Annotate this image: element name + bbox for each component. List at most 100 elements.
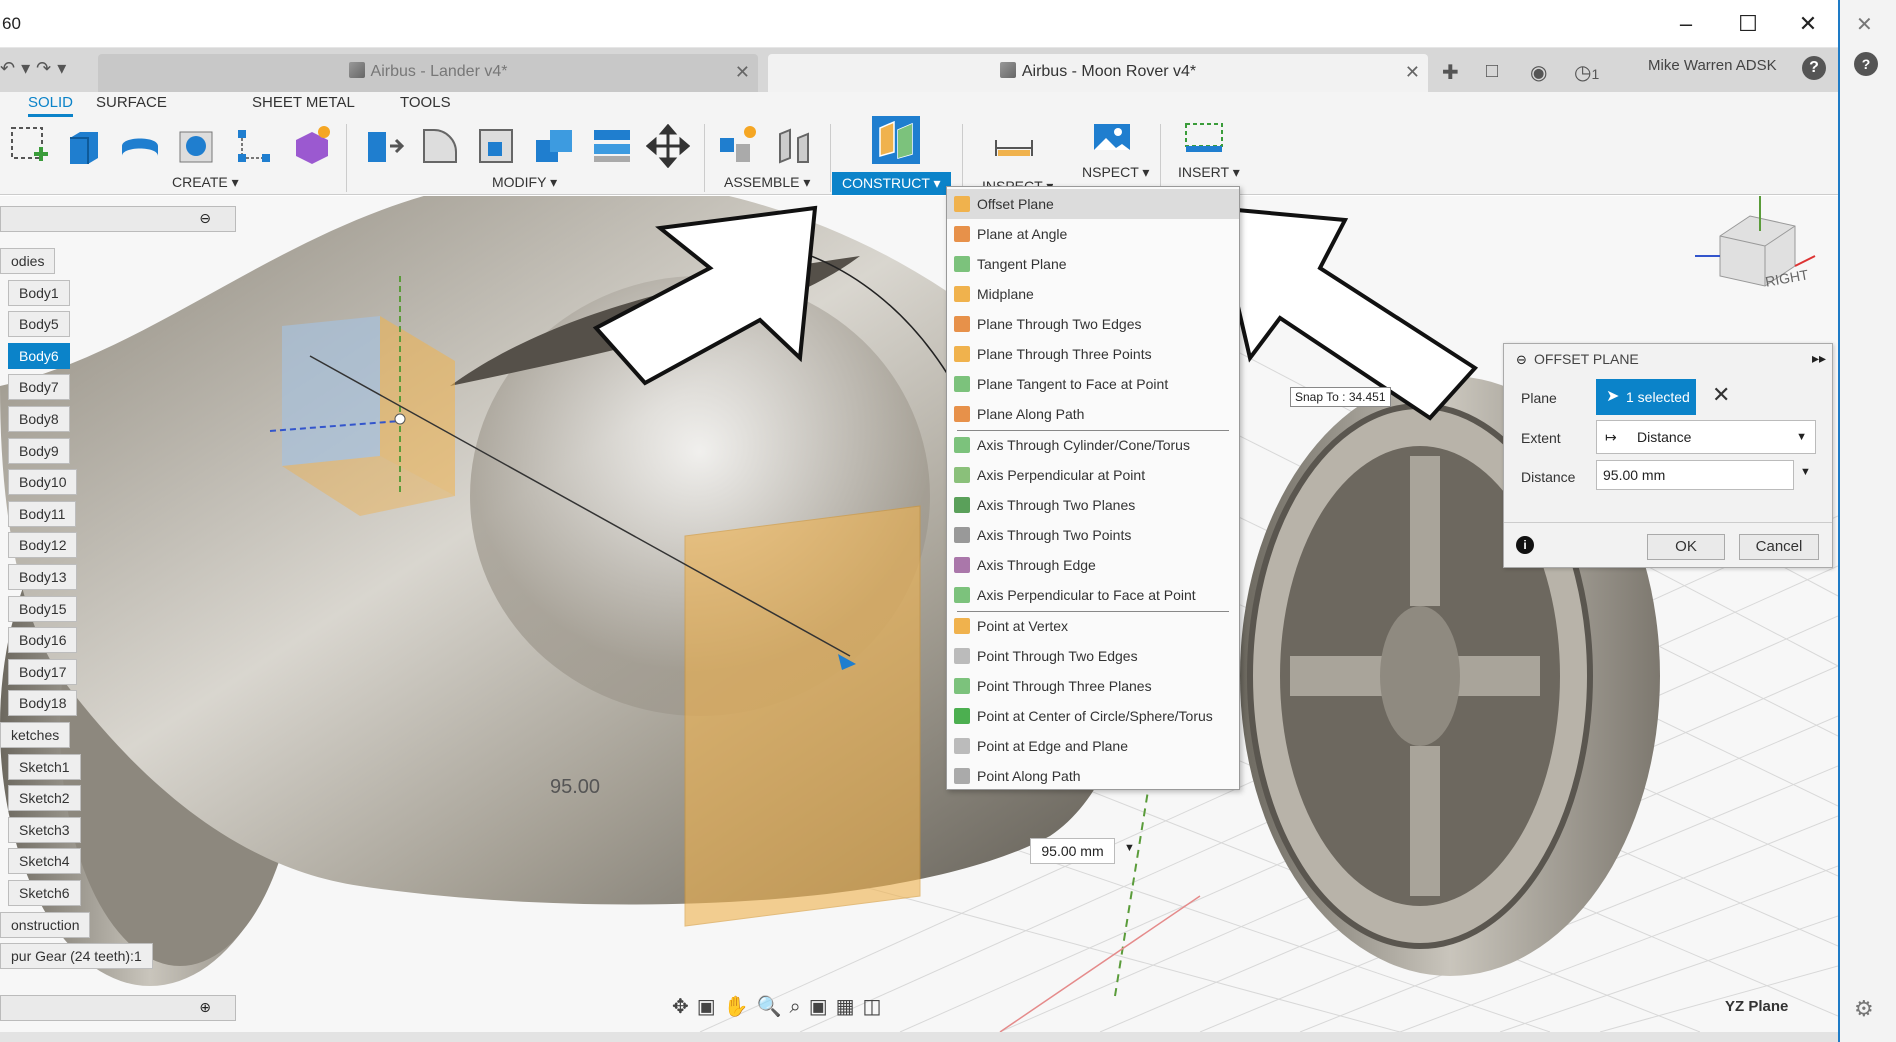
extrude-icon[interactable] (62, 124, 106, 168)
browser-item[interactable]: pur Gear (24 teeth):1 (0, 943, 153, 970)
menu-item[interactable]: Plane Through Two Edges (947, 309, 1239, 339)
menu-item[interactable]: Axis Through Edge (947, 550, 1239, 580)
3d-viewport[interactable]: 95.00 (0, 196, 1838, 1032)
display-settings-icon[interactable]: ▣ (809, 996, 836, 1018)
distance-input[interactable]: 95.00 mm (1596, 460, 1794, 490)
menu-item[interactable]: Plane Along Path (947, 399, 1239, 429)
model-canvas[interactable] (0, 196, 1838, 1032)
create-menu[interactable]: CREATE ▾ (172, 174, 239, 191)
browser-item[interactable]: Body9 (8, 437, 70, 464)
cancel-button[interactable]: Cancel (1739, 534, 1819, 560)
close-side-icon[interactable]: ✕ (1856, 12, 1873, 37)
menu-item[interactable]: Axis Through Cylinder/Cone/Torus (947, 430, 1239, 460)
help-icon[interactable]: ? (1802, 56, 1826, 80)
close-window-button[interactable]: ✕ (1790, 10, 1826, 38)
close-tab-icon[interactable]: ✕ (1405, 54, 1420, 90)
browser-item[interactable]: odies (0, 248, 56, 274)
menu-item[interactable]: Axis Perpendicular at Point (947, 460, 1239, 490)
menu-item[interactable]: Point Along Path (947, 761, 1239, 791)
hole-icon[interactable] (174, 124, 218, 168)
tab-moon-rover[interactable]: Airbus - Moon Rover v4* ✕ (768, 54, 1428, 92)
viewport-distance-chevron-icon[interactable]: ▼ (1124, 842, 1135, 854)
clear-selection-icon[interactable]: ✕ (1712, 382, 1730, 408)
menu-item[interactable]: Plane at Angle (947, 219, 1239, 249)
browser-item[interactable]: Sketch4 (8, 848, 81, 875)
browser-item[interactable]: ketches (0, 722, 71, 748)
browser-item[interactable]: Sketch2 (8, 785, 81, 812)
fit-icon[interactable]: ⌕ (789, 996, 808, 1018)
user-account-name[interactable]: Mike Warren ADSK (1648, 57, 1777, 74)
browser-item[interactable]: Body8 (8, 406, 70, 432)
construct-menu[interactable]: CONSTRUCT ▾ (832, 172, 951, 195)
browser-item[interactable]: Sketch3 (8, 816, 81, 843)
browser-item[interactable]: Body1 (8, 279, 70, 306)
insert-menu[interactable]: INSERT ▾ (1178, 164, 1240, 181)
tab-solid[interactable]: SOLID (28, 94, 74, 117)
comments-icon[interactable]: □ (1486, 60, 1498, 83)
grid-icon[interactable]: ▦ (836, 996, 863, 1018)
orbit-icon[interactable]: ✥ (672, 996, 697, 1018)
expand-comments-icon[interactable]: ⊕ (199, 999, 211, 1016)
new-tab-plus-icon[interactable]: ✚ (1442, 60, 1459, 85)
menu-item[interactable]: Offset Plane (947, 189, 1239, 219)
browser-item[interactable]: Body6 (8, 342, 70, 369)
settings-gear-icon[interactable]: ⚙ (1854, 996, 1874, 1022)
inspect-image-icon[interactable] (1090, 118, 1134, 162)
move-icon[interactable] (646, 124, 690, 168)
tab-sheet-metal[interactable]: SHEET METAL (252, 94, 355, 111)
press-pull-icon[interactable] (362, 124, 406, 168)
expand-dialog-icon[interactable]: ▸▸ (1812, 350, 1826, 367)
menu-item[interactable]: Point at Center of Circle/Sphere/Torus (947, 701, 1239, 731)
construct-plane-icon[interactable] (872, 116, 920, 164)
menu-item[interactable]: Point at Vertex (947, 611, 1239, 641)
plane-selection-button[interactable]: ➤ 1 selected (1596, 379, 1696, 415)
menu-item[interactable]: Point Through Three Planes (947, 671, 1239, 701)
menu-item[interactable]: Point at Edge and Plane (947, 731, 1239, 761)
browser-item[interactable]: Sketch6 (8, 880, 81, 906)
split-body-icon[interactable] (590, 124, 634, 168)
maximize-button[interactable]: ☐ (1730, 10, 1766, 38)
zoom-icon[interactable]: 🔍 (757, 996, 790, 1018)
distance-options-chevron-icon[interactable]: ▼ (1800, 466, 1811, 478)
undo-redo-icons[interactable]: ↶▾↷▾ (0, 58, 72, 79)
side-help-icon[interactable]: ? (1854, 52, 1878, 76)
new-component-icon[interactable] (716, 124, 760, 168)
browser-item[interactable]: Body17 (8, 658, 78, 685)
menu-item[interactable]: Plane Tangent to Face at Point (947, 369, 1239, 399)
fillet-icon[interactable] (418, 124, 462, 168)
collapse-dialog-icon[interactable]: ⊖ (1516, 352, 1527, 368)
inspect-menu[interactable]: NSPECT ▾ (1082, 164, 1149, 181)
pan-icon[interactable]: ✋ (724, 996, 757, 1018)
viewports-icon[interactable]: ◫ (863, 996, 890, 1018)
ok-button[interactable]: OK (1647, 534, 1725, 560)
info-icon[interactable]: i (1516, 536, 1534, 554)
dialog-title[interactable]: OFFSET PLANE (1504, 344, 1832, 374)
menu-item[interactable]: Tangent Plane (947, 249, 1239, 279)
tab-lander[interactable]: Airbus - Lander v4* ✕ (98, 54, 758, 92)
browser-item[interactable]: Body5 (8, 311, 70, 338)
create-sketch-icon[interactable] (8, 124, 52, 168)
browser-item[interactable]: Sketch1 (8, 753, 81, 780)
collapse-browser-icon[interactable]: ⊖ (199, 210, 211, 227)
look-at-icon[interactable]: ▣ (697, 996, 724, 1018)
menu-item[interactable]: Plane Through Three Points (947, 339, 1239, 369)
minimize-button[interactable]: – (1668, 10, 1704, 38)
menu-item[interactable]: Axis Through Two Points (947, 520, 1239, 550)
browser-item[interactable]: Body12 (8, 532, 78, 559)
browser-item[interactable]: Body15 (8, 595, 78, 622)
menu-item[interactable]: Axis Through Two Planes (947, 490, 1239, 520)
pattern-icon[interactable] (232, 124, 276, 168)
extent-dropdown[interactable]: ↦ Distance ▼ (1596, 420, 1816, 454)
measure-icon[interactable] (992, 124, 1036, 168)
menu-item[interactable]: Midplane (947, 279, 1239, 309)
create-form-icon[interactable] (290, 124, 334, 168)
browser-item[interactable]: Body18 (8, 690, 78, 717)
viewport-distance-input[interactable]: 95.00 mm (1030, 838, 1115, 864)
browser-item[interactable]: Body13 (8, 564, 78, 590)
close-tab-icon[interactable]: ✕ (735, 54, 750, 90)
clock-icon[interactable]: ◷1 (1574, 60, 1599, 85)
tab-surface[interactable]: SURFACE (96, 94, 167, 111)
browser-item[interactable]: Body16 (8, 627, 78, 654)
menu-item[interactable]: Axis Perpendicular to Face at Point (947, 580, 1239, 610)
joint-icon[interactable] (772, 124, 816, 168)
